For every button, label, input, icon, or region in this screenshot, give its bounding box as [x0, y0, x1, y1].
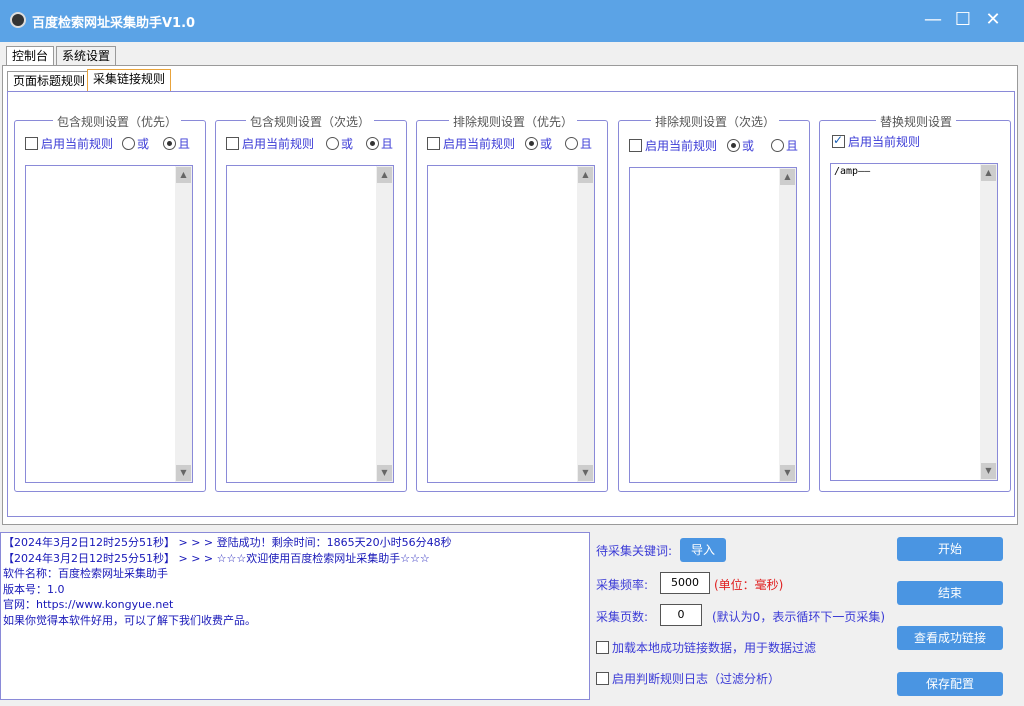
and-radio[interactable]: 且	[565, 135, 592, 152]
scrollbar[interactable]: ▲ ▼	[779, 168, 796, 482]
freq-unit: (单位：毫秒)	[714, 578, 784, 592]
import-button[interactable]: 导入	[680, 538, 726, 562]
enable-log-checkbox[interactable]: 启用判断规则日志（过滤分析）	[596, 670, 780, 687]
replace-rules-group: 替换规则设置 启用当前规则 /amp—— ▲ ▼	[819, 113, 1011, 492]
log-line: 如果你觉得本软件好用，可以了解下我们收费产品。	[3, 613, 256, 627]
scroll-down-icon[interactable]: ▼	[981, 463, 996, 479]
log-output[interactable]: 【2024年3月2日12时25分51秒】 > > > 登陆成功！剩余时间：186…	[0, 532, 590, 700]
maximize-icon[interactable]: ☐	[948, 8, 978, 32]
window-title: 百度检索网址采集助手V1.0	[32, 16, 196, 31]
radio-button[interactable]	[163, 137, 176, 150]
radio-button[interactable]	[565, 137, 578, 150]
and-radio[interactable]: 且	[366, 135, 393, 152]
exclude-rules-primary-group: 排除规则设置（优先） 启用当前规则 或 且 ▲ ▼	[416, 113, 608, 492]
rules-panel: 包含规则设置（优先） 启用当前规则 或 且 ▲ ▼ 包含规则设置（次选） 启用当…	[7, 91, 1015, 517]
radio-button[interactable]	[122, 137, 135, 150]
scroll-up-icon[interactable]: ▲	[981, 165, 996, 181]
scroll-down-icon[interactable]: ▼	[377, 465, 392, 481]
checkbox-box[interactable]	[832, 133, 845, 148]
checkbox-box[interactable]	[596, 641, 609, 654]
scrollbar[interactable]: ▲ ▼	[175, 166, 192, 482]
pages-note: (默认为0，表示循环下一页采集)	[712, 610, 885, 624]
radio-button[interactable]	[366, 137, 379, 150]
title-bar: 百度检索网址采集助手V1.0 — ☐ ✕	[0, 0, 1024, 42]
group-title: 包含规则设置（次选）	[246, 113, 375, 130]
radio-button[interactable]	[525, 137, 538, 150]
save-config-button[interactable]: 保存配置	[897, 672, 1003, 696]
log-line: 【2024年3月2日12时25分51秒】 > > > ☆☆☆欢迎使用百度检索网址…	[3, 551, 430, 565]
and-radio[interactable]: 且	[163, 135, 190, 152]
checkbox-box[interactable]	[226, 137, 239, 150]
or-radio[interactable]: 或	[525, 135, 552, 152]
load-local-checkbox[interactable]: 加载本地成功链接数据，用于数据过滤	[596, 639, 816, 656]
console-panel: 页面标题规则 采集链接规则 包含规则设置（优先） 启用当前规则 或 且 ▲ ▼ …	[2, 65, 1018, 525]
client-area: 控制台 系统设置 页面标题规则 采集链接规则 包含规则设置（优先） 启用当前规则…	[0, 42, 1024, 706]
enable-rule-checkbox[interactable]: 启用当前规则	[832, 133, 920, 150]
enable-rule-checkbox[interactable]: 启用当前规则	[427, 135, 515, 152]
radio-button[interactable]	[727, 139, 740, 152]
pages-input[interactable]: 0	[660, 604, 702, 626]
keyword-label: 待采集关键词:	[596, 544, 673, 558]
scroll-up-icon[interactable]: ▲	[176, 167, 191, 183]
group-title: 排除规则设置（次选）	[651, 113, 780, 130]
freq-label: 采集频率:	[596, 578, 649, 592]
include-rules-primary-group: 包含规则设置（优先） 启用当前规则 或 且 ▲ ▼	[14, 113, 206, 492]
tab-console[interactable]: 控制台	[6, 46, 55, 66]
rule-textarea[interactable]: ▲ ▼	[427, 165, 595, 483]
checkbox-box[interactable]	[427, 137, 440, 150]
group-title: 替换规则设置	[876, 113, 957, 130]
close-icon[interactable]: ✕	[978, 8, 1008, 32]
app-icon	[10, 12, 26, 28]
log-line: 软件名称：百度检索网址采集助手	[3, 567, 168, 580]
pages-label: 采集页数:	[596, 610, 649, 624]
scroll-down-icon[interactable]: ▼	[176, 465, 191, 481]
include-rules-secondary-group: 包含规则设置（次选） 启用当前规则 或 且 ▲ ▼	[215, 113, 407, 492]
tab-system-settings[interactable]: 系统设置	[56, 46, 117, 66]
tab-page-title-rules[interactable]: 页面标题规则	[7, 71, 92, 91]
or-radio[interactable]: 或	[122, 135, 149, 152]
group-title: 包含规则设置（优先）	[53, 113, 182, 130]
checkbox-box[interactable]	[596, 672, 609, 685]
end-button[interactable]: 结束	[897, 581, 1003, 605]
scrollbar[interactable]: ▲ ▼	[577, 166, 594, 482]
and-radio[interactable]: 且	[771, 137, 798, 154]
checkbox-box[interactable]	[629, 139, 642, 152]
enable-rule-checkbox[interactable]: 启用当前规则	[226, 135, 314, 152]
scrollbar[interactable]: ▲ ▼	[980, 164, 997, 480]
scroll-up-icon[interactable]: ▲	[780, 169, 795, 185]
radio-button[interactable]	[326, 137, 339, 150]
rule-textarea[interactable]: ▲ ▼	[629, 167, 797, 483]
log-line: 【2024年3月2日12时25分51秒】 > > > 登陆成功！剩余时间：186…	[3, 536, 452, 549]
scroll-down-icon[interactable]: ▼	[780, 465, 795, 481]
enable-rule-checkbox[interactable]: 启用当前规则	[25, 135, 113, 152]
scroll-up-icon[interactable]: ▲	[578, 167, 593, 183]
scroll-up-icon[interactable]: ▲	[377, 167, 392, 183]
tab-collect-link-rules[interactable]: 采集链接规则	[87, 69, 172, 91]
rule-text: /amp——	[834, 166, 871, 177]
or-radio[interactable]: 或	[326, 135, 353, 152]
radio-button[interactable]	[771, 139, 784, 152]
view-success-links-button[interactable]: 查看成功链接	[897, 626, 1003, 650]
rule-textarea[interactable]: /amp—— ▲ ▼	[830, 163, 998, 481]
or-radio[interactable]: 或	[727, 137, 754, 154]
rule-textarea[interactable]: ▲ ▼	[25, 165, 193, 483]
log-line: 版本号：1.0	[3, 582, 65, 596]
freq-input[interactable]: 5000	[660, 572, 710, 594]
rule-textarea[interactable]: ▲ ▼	[226, 165, 394, 483]
enable-rule-checkbox[interactable]: 启用当前规则	[629, 137, 717, 154]
log-line: 官网：https://www.kongyue.net	[3, 598, 174, 611]
checkbox-box[interactable]	[25, 137, 38, 150]
start-button[interactable]: 开始	[897, 537, 1003, 561]
scrollbar[interactable]: ▲ ▼	[376, 166, 393, 482]
minimize-icon[interactable]: —	[918, 8, 948, 32]
scroll-down-icon[interactable]: ▼	[578, 465, 593, 481]
group-title: 排除规则设置（优先）	[449, 113, 578, 130]
exclude-rules-secondary-group: 排除规则设置（次选） 启用当前规则 或 且 ▲ ▼	[618, 113, 810, 492]
